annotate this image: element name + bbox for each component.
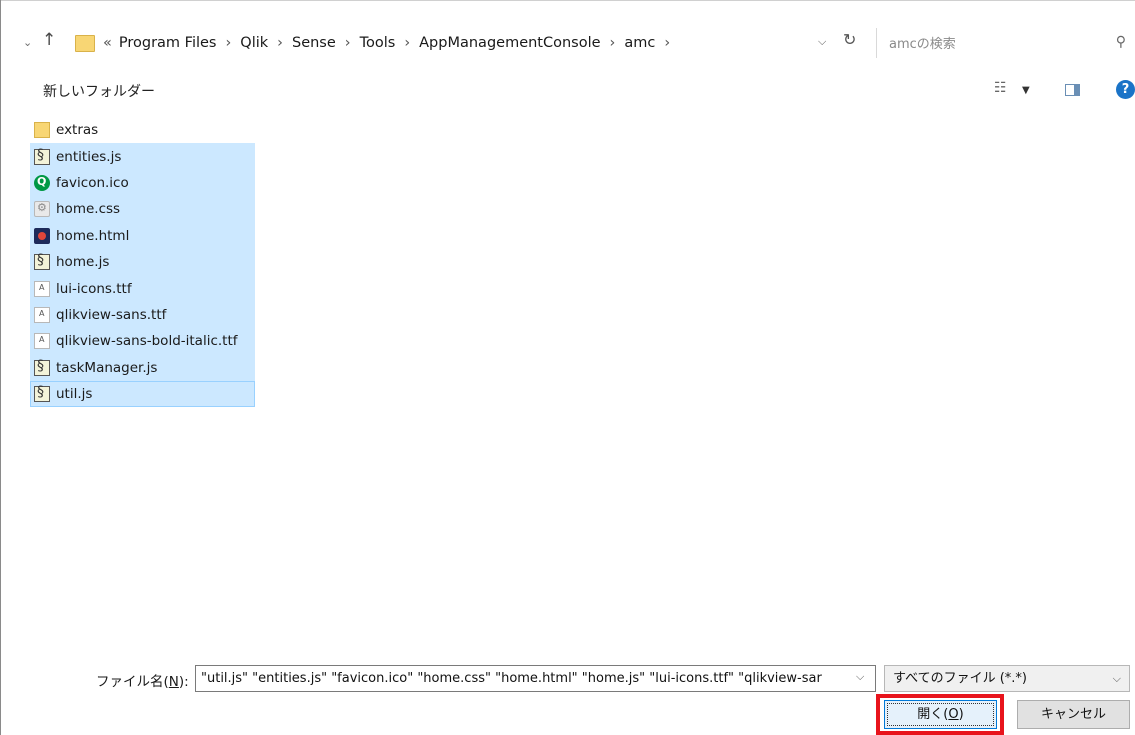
file-name: home.css (56, 201, 121, 218)
file-list-item[interactable]: home.js (30, 248, 255, 276)
breadcrumb-item[interactable]: amc (624, 35, 655, 51)
css-file-icon (34, 201, 50, 218)
new-folder-button[interactable]: 新しいフォルダー (43, 81, 155, 101)
file-name: extras (56, 122, 99, 139)
search-input[interactable] (887, 32, 1091, 56)
breadcrumb-item[interactable]: Qlik (240, 35, 268, 51)
file-name: lui-icons.ttf (56, 280, 132, 297)
breadcrumb-item[interactable]: Tools (360, 35, 396, 51)
breadcrumb-item[interactable]: Sense (292, 35, 336, 51)
file-type-chevron-icon: ⌵ (1112, 672, 1121, 685)
open-button[interactable]: 開く(O) (884, 700, 997, 729)
file-list-item[interactable]: entities.js (30, 143, 255, 170)
file-name: util.js (56, 386, 93, 403)
folder-icon (34, 122, 50, 139)
up-arrow-icon[interactable]: ↑ (42, 30, 56, 50)
file-list-item[interactable]: favicon.ico (30, 169, 255, 197)
help-icon[interactable]: ? (1116, 80, 1135, 99)
breadcrumb-separator-icon[interactable]: › (404, 35, 410, 51)
filename-label: ファイル名(N): (96, 674, 189, 690)
js-script-icon (34, 384, 50, 403)
filename-dropdown-chevron-icon[interactable]: ⌵ (856, 670, 864, 684)
breadcrumb-item[interactable]: Program Files (119, 35, 217, 51)
breadcrumb-item[interactable]: AppManagementConsole (419, 35, 600, 51)
file-name: qlikview-sans-bold-italic.ttf (56, 333, 238, 350)
view-options-icon[interactable]: ☷ (994, 80, 1007, 96)
filename-input[interactable]: "util.js" "entities.js" "favicon.ico" "h… (195, 665, 876, 692)
html-file-icon (34, 227, 50, 244)
font-file-icon (34, 333, 50, 350)
address-row: ⌄ ↑ « Program Files › Qlik › Sense › Tools › App… (0, 0, 1135, 72)
file-list-item[interactable]: util.js (30, 380, 255, 408)
file-list: extras entities.js favicon.ico home.css home… (30, 117, 255, 408)
overflow-crumbs-icon[interactable]: « (103, 35, 112, 51)
file-list-item[interactable]: qlikview-sans-bold-italic.ttf (30, 328, 255, 355)
preview-pane-icon[interactable] (1065, 84, 1080, 96)
file-name: taskManager.js (56, 359, 158, 376)
focus-ring (887, 703, 994, 726)
file-list-item[interactable]: taskManager.js (30, 354, 255, 381)
file-list-item[interactable]: home.html (30, 222, 255, 249)
breadcrumb-separator-icon[interactable]: › (277, 35, 283, 51)
address-dropdown-chevron-icon[interactable]: ⌵ (818, 35, 826, 49)
address-bar[interactable]: « Program Files › Qlik › Sense › Tools › AppMana… (75, 28, 865, 58)
search-box: ⚲ (876, 28, 1132, 58)
file-list-item[interactable]: extras (30, 117, 255, 143)
file-name: home.js (56, 254, 110, 271)
breadcrumb-separator-icon[interactable]: › (345, 35, 351, 51)
qlik-icon (34, 174, 50, 191)
font-file-icon (34, 306, 50, 323)
file-list-item[interactable]: home.css (30, 196, 255, 223)
window-left-border (0, 0, 1, 735)
js-script-icon (34, 252, 50, 271)
file-list-item[interactable]: qlikview-sans.ttf (30, 301, 255, 329)
refresh-icon[interactable]: ↻ (843, 30, 856, 49)
file-name: qlikview-sans.ttf (56, 306, 167, 323)
recent-locations-chevron-icon[interactable]: ⌄ (23, 36, 32, 49)
cancel-button[interactable]: キャンセル (1017, 700, 1130, 729)
search-icon[interactable]: ⚲ (1116, 34, 1126, 50)
file-name: entities.js (56, 148, 122, 165)
file-type-select[interactable]: すべてのファイル (*.*) ⌵ (884, 665, 1130, 692)
breadcrumb-separator-icon[interactable]: › (225, 35, 231, 51)
font-file-icon (34, 280, 50, 297)
file-name: favicon.ico (56, 174, 129, 191)
toolbar: 新しいフォルダー ☷ ▼ ? (0, 72, 1135, 108)
file-name: home.html (56, 227, 130, 244)
file-list-item[interactable]: lui-icons.ttf (30, 275, 255, 302)
folder-icon (75, 34, 95, 52)
breadcrumb-separator-icon[interactable]: › (664, 35, 670, 51)
view-dropdown-icon[interactable]: ▼ (1022, 85, 1030, 96)
js-script-icon (34, 358, 50, 376)
file-type-value: すべてのファイル (*.*) (893, 671, 1027, 686)
breadcrumb-separator-icon[interactable]: › (610, 35, 616, 51)
js-script-icon (34, 147, 50, 165)
